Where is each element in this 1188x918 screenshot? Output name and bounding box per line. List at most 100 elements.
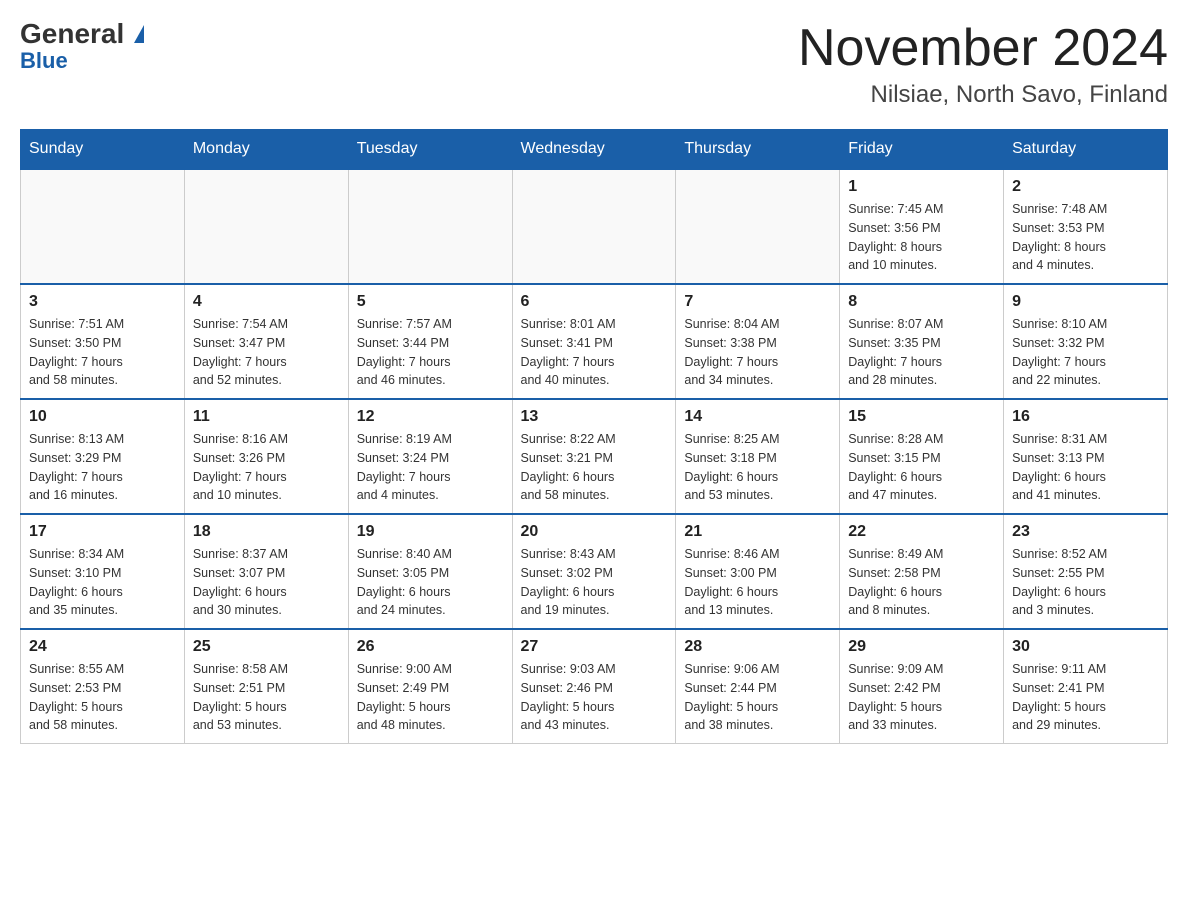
calendar-table: SundayMondayTuesdayWednesdayThursdayFrid… (20, 129, 1168, 744)
day-info: Sunrise: 8:19 AM Sunset: 3:24 PM Dayligh… (357, 430, 504, 505)
calendar-cell: 27 Sunrise: 9:03 AM Sunset: 2:46 PM Dayli… (512, 629, 676, 744)
calendar-cell: 16 Sunrise: 8:31 AM Sunset: 3:13 PM Dayli… (1004, 399, 1168, 514)
calendar-cell: 11 Sunrise: 8:16 AM Sunset: 3:26 PM Dayli… (184, 399, 348, 514)
day-info: Sunrise: 7:57 AM Sunset: 3:44 PM Dayligh… (357, 315, 504, 390)
calendar-cell: 13 Sunrise: 8:22 AM Sunset: 3:21 PM Dayli… (512, 399, 676, 514)
month-title: November 2024 (798, 20, 1168, 77)
logo: General Blue (20, 20, 144, 74)
logo-general-text: General (20, 18, 124, 49)
day-number: 2 (1012, 178, 1159, 196)
weekday-header-monday: Monday (184, 130, 348, 170)
day-info: Sunrise: 8:13 AM Sunset: 3:29 PM Dayligh… (29, 430, 176, 505)
day-number: 13 (521, 408, 668, 426)
day-info: Sunrise: 7:48 AM Sunset: 3:53 PM Dayligh… (1012, 200, 1159, 275)
calendar-cell: 30 Sunrise: 9:11 AM Sunset: 2:41 PM Dayli… (1004, 629, 1168, 744)
calendar-cell: 3 Sunrise: 7:51 AM Sunset: 3:50 PM Daylig… (21, 284, 185, 399)
day-number: 22 (848, 523, 995, 541)
calendar-cell: 18Sunrise: 8:37 AM Sunset: 3:07 PM Dayli… (184, 514, 348, 629)
calendar-cell: 17 Sunrise: 8:34 AM Sunset: 3:10 PM Dayli… (21, 514, 185, 629)
day-number: 25 (193, 638, 340, 656)
day-info: Sunrise: 8:10 AM Sunset: 3:32 PM Dayligh… (1012, 315, 1159, 390)
day-number: 12 (357, 408, 504, 426)
calendar-week-2: 3 Sunrise: 7:51 AM Sunset: 3:50 PM Daylig… (21, 284, 1168, 399)
calendar-week-3: 10 Sunrise: 8:13 AM Sunset: 3:29 PM Dayli… (21, 399, 1168, 514)
day-info: Sunrise: 9:09 AM Sunset: 2:42 PM Dayligh… (848, 660, 995, 735)
day-info: Sunrise: 9:03 AM Sunset: 2:46 PM Dayligh… (521, 660, 668, 735)
day-info: Sunrise: 8:07 AM Sunset: 3:35 PM Dayligh… (848, 315, 995, 390)
calendar-cell (512, 169, 676, 284)
day-number: 28 (684, 638, 831, 656)
day-number: 8 (848, 293, 995, 311)
calendar-cell (21, 169, 185, 284)
calendar-cell: 14 Sunrise: 8:25 AM Sunset: 3:18 PM Dayli… (676, 399, 840, 514)
day-info: Sunrise: 8:55 AM Sunset: 2:53 PM Dayligh… (29, 660, 176, 735)
day-number: 26 (357, 638, 504, 656)
day-number: 6 (521, 293, 668, 311)
day-number: 15 (848, 408, 995, 426)
day-number: 16 (1012, 408, 1159, 426)
day-number: 20 (521, 523, 668, 541)
title-block: November 2024 Nilsiae, North Savo, Finla… (798, 20, 1168, 109)
calendar-cell: 28Sunrise: 9:06 AM Sunset: 2:44 PM Dayli… (676, 629, 840, 744)
day-info: Sunrise: 7:51 AM Sunset: 3:50 PM Dayligh… (29, 315, 176, 390)
day-info: Sunrise: 8:58 AM Sunset: 2:51 PM Dayligh… (193, 660, 340, 735)
day-info: Sunrise: 8:43 AM Sunset: 3:02 PM Dayligh… (521, 545, 668, 620)
calendar-cell: 12 Sunrise: 8:19 AM Sunset: 3:24 PM Dayli… (348, 399, 512, 514)
page-header: General Blue November 2024 Nilsiae, Nort… (20, 20, 1168, 109)
day-number: 10 (29, 408, 176, 426)
day-info: Sunrise: 8:22 AM Sunset: 3:21 PM Dayligh… (521, 430, 668, 505)
day-info: Sunrise: 8:04 AM Sunset: 3:38 PM Dayligh… (684, 315, 831, 390)
calendar-cell: 25 Sunrise: 8:58 AM Sunset: 2:51 PM Dayli… (184, 629, 348, 744)
day-info: Sunrise: 8:46 AM Sunset: 3:00 PM Dayligh… (684, 545, 831, 620)
logo-triangle-icon (134, 25, 144, 43)
calendar-week-5: 24 Sunrise: 8:55 AM Sunset: 2:53 PM Dayli… (21, 629, 1168, 744)
day-number: 17 (29, 523, 176, 541)
day-info: Sunrise: 9:11 AM Sunset: 2:41 PM Dayligh… (1012, 660, 1159, 735)
day-number: 1 (848, 178, 995, 196)
day-info: Sunrise: 8:37 AM Sunset: 3:07 PM Dayligh… (193, 545, 340, 620)
day-info: Sunrise: 8:34 AM Sunset: 3:10 PM Dayligh… (29, 545, 176, 620)
calendar-cell: 6Sunrise: 8:01 AM Sunset: 3:41 PM Daylig… (512, 284, 676, 399)
calendar-cell (676, 169, 840, 284)
day-number: 14 (684, 408, 831, 426)
calendar-cell: 1 Sunrise: 7:45 AM Sunset: 3:56 PM Daylig… (840, 169, 1004, 284)
day-info: Sunrise: 8:16 AM Sunset: 3:26 PM Dayligh… (193, 430, 340, 505)
calendar-cell: 29Sunrise: 9:09 AM Sunset: 2:42 PM Dayli… (840, 629, 1004, 744)
day-info: Sunrise: 7:45 AM Sunset: 3:56 PM Dayligh… (848, 200, 995, 275)
day-number: 21 (684, 523, 831, 541)
day-number: 30 (1012, 638, 1159, 656)
day-info: Sunrise: 8:31 AM Sunset: 3:13 PM Dayligh… (1012, 430, 1159, 505)
calendar-cell (348, 169, 512, 284)
calendar-cell: 26 Sunrise: 9:00 AM Sunset: 2:49 PM Dayli… (348, 629, 512, 744)
day-info: Sunrise: 8:28 AM Sunset: 3:15 PM Dayligh… (848, 430, 995, 505)
calendar-week-1: 1 Sunrise: 7:45 AM Sunset: 3:56 PM Daylig… (21, 169, 1168, 284)
day-number: 3 (29, 293, 176, 311)
calendar-cell: 7 Sunrise: 8:04 AM Sunset: 3:38 PM Daylig… (676, 284, 840, 399)
weekday-header-tuesday: Tuesday (348, 130, 512, 170)
day-number: 11 (193, 408, 340, 426)
day-info: Sunrise: 8:25 AM Sunset: 3:18 PM Dayligh… (684, 430, 831, 505)
calendar-cell: 2 Sunrise: 7:48 AM Sunset: 3:53 PM Daylig… (1004, 169, 1168, 284)
calendar-cell: 4Sunrise: 7:54 AM Sunset: 3:47 PM Daylig… (184, 284, 348, 399)
calendar-cell: 24 Sunrise: 8:55 AM Sunset: 2:53 PM Dayli… (21, 629, 185, 744)
day-number: 24 (29, 638, 176, 656)
weekday-header-saturday: Saturday (1004, 130, 1168, 170)
calendar-cell (184, 169, 348, 284)
day-info: Sunrise: 8:52 AM Sunset: 2:55 PM Dayligh… (1012, 545, 1159, 620)
day-number: 19 (357, 523, 504, 541)
day-number: 7 (684, 293, 831, 311)
calendar-cell: 5 Sunrise: 7:57 AM Sunset: 3:44 PM Daylig… (348, 284, 512, 399)
calendar-cell: 15 Sunrise: 8:28 AM Sunset: 3:15 PM Dayli… (840, 399, 1004, 514)
day-number: 4 (193, 293, 340, 311)
day-number: 27 (521, 638, 668, 656)
day-info: Sunrise: 9:00 AM Sunset: 2:49 PM Dayligh… (357, 660, 504, 735)
day-info: Sunrise: 8:49 AM Sunset: 2:58 PM Dayligh… (848, 545, 995, 620)
calendar-cell: 21 Sunrise: 8:46 AM Sunset: 3:00 PM Dayli… (676, 514, 840, 629)
calendar-cell: 23Sunrise: 8:52 AM Sunset: 2:55 PM Dayli… (1004, 514, 1168, 629)
calendar-cell: 20 Sunrise: 8:43 AM Sunset: 3:02 PM Dayli… (512, 514, 676, 629)
calendar-cell: 22 Sunrise: 8:49 AM Sunset: 2:58 PM Dayli… (840, 514, 1004, 629)
calendar-cell: 19Sunrise: 8:40 AM Sunset: 3:05 PM Dayli… (348, 514, 512, 629)
logo-blue-text: Blue (20, 48, 68, 74)
day-number: 5 (357, 293, 504, 311)
day-number: 9 (1012, 293, 1159, 311)
